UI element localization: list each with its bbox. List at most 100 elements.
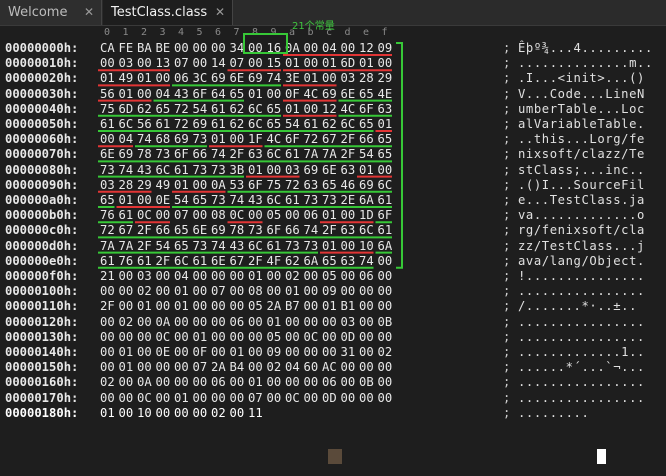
hex-byte[interactable]: 0B: [378, 315, 397, 330]
ascii-text[interactable]: ava/lang/Object.: [518, 254, 645, 269]
hex-byte[interactable]: 69: [119, 147, 138, 162]
ascii-text[interactable]: /.......*·..±..: [518, 299, 637, 314]
hex-byte[interactable]: 2F: [156, 254, 175, 269]
hex-byte[interactable]: 15: [267, 56, 286, 71]
hex-byte[interactable]: 72: [285, 178, 304, 193]
hex-byte[interactable]: 00: [193, 56, 212, 71]
hex-byte[interactable]: 73: [211, 193, 230, 208]
hex-byte[interactable]: 6A: [304, 254, 323, 269]
hex-byte[interactable]: 2A: [267, 299, 286, 314]
hex-byte[interactable]: 75: [100, 102, 119, 117]
hex-byte[interactable]: 62: [285, 254, 304, 269]
hex-byte[interactable]: 00: [248, 56, 267, 71]
hex-byte[interactable]: 6C: [248, 239, 267, 254]
ascii-text[interactable]: .()I...SourceFil: [518, 178, 645, 193]
hex-byte[interactable]: 78: [137, 147, 156, 162]
hex-byte[interactable]: 00: [193, 208, 212, 223]
hex-row[interactable]: 00000020h: 01 49 01 00 06 3C 69 6E 69 74 3E 01 00 03 28…: [0, 71, 666, 86]
hex-byte[interactable]: 2F: [322, 223, 341, 238]
hex-byte[interactable]: 00: [193, 391, 212, 406]
hex-byte[interactable]: 01: [174, 284, 193, 299]
hex-byte[interactable]: 61: [285, 193, 304, 208]
hex-byte[interactable]: 4F: [267, 254, 286, 269]
hex-byte[interactable]: 00: [119, 330, 138, 345]
hex-row[interactable]: 00000100h: 00 00 02 00 01 00 07 00 08 00 01 00 09 00 00…: [0, 284, 666, 299]
hex-bytes[interactable]: 01 00 10 00 00 00 02 00 11: [100, 406, 267, 421]
hex-byte[interactable]: 01: [322, 239, 341, 254]
hex-byte[interactable]: 4C: [267, 132, 286, 147]
hex-byte[interactable]: 00: [248, 360, 267, 375]
hex-byte[interactable]: 12: [359, 41, 378, 56]
hex-byte[interactable]: 61: [100, 117, 119, 132]
hex-byte[interactable]: 08: [211, 208, 230, 223]
hex-byte[interactable]: 00: [304, 56, 323, 71]
hex-byte[interactable]: 01: [119, 360, 138, 375]
hex-byte[interactable]: 00: [359, 315, 378, 330]
hex-byte[interactable]: 07: [211, 284, 230, 299]
hex-byte[interactable]: 53: [230, 178, 249, 193]
ascii-text[interactable]: stClass;...inc..: [518, 163, 645, 178]
hex-byte[interactable]: 2F: [137, 239, 156, 254]
hex-byte[interactable]: 09: [267, 345, 286, 360]
hex-byte[interactable]: 00: [378, 284, 397, 299]
hex-byte[interactable]: 6C: [174, 254, 193, 269]
hex-byte[interactable]: 66: [285, 223, 304, 238]
hex-byte[interactable]: 00: [359, 360, 378, 375]
hex-byte[interactable]: 00: [230, 391, 249, 406]
hex-byte[interactable]: 00: [304, 345, 323, 360]
hex-byte[interactable]: 6F: [248, 178, 267, 193]
hex-byte[interactable]: 6F: [174, 147, 193, 162]
hex-byte[interactable]: AC: [322, 360, 341, 375]
hex-byte[interactable]: B7: [285, 299, 304, 314]
hex-byte[interactable]: 6E: [100, 147, 119, 162]
hex-byte[interactable]: 61: [378, 223, 397, 238]
hex-bytes[interactable]: 03 28 29 49 01 00 0A 53 6F 75 72 63 65 46 69 6C: [100, 178, 396, 193]
hex-byte[interactable]: 01: [267, 315, 286, 330]
hex-byte[interactable]: 03: [341, 315, 360, 330]
hex-byte[interactable]: 00: [248, 345, 267, 360]
hex-byte[interactable]: 00: [100, 345, 119, 360]
hex-byte[interactable]: 00: [174, 330, 193, 345]
hex-byte[interactable]: 72: [100, 223, 119, 238]
hex-byte[interactable]: 04: [119, 132, 138, 147]
hex-byte[interactable]: 01: [248, 163, 267, 178]
hex-byte[interactable]: 01: [174, 391, 193, 406]
hex-byte[interactable]: 6A: [359, 193, 378, 208]
ascii-text[interactable]: !...............: [518, 269, 645, 284]
hex-byte[interactable]: 00: [378, 163, 397, 178]
close-icon[interactable]: ✕: [84, 0, 94, 25]
hex-byte[interactable]: 00: [285, 345, 304, 360]
hex-byte[interactable]: 00: [156, 406, 175, 421]
hex-byte[interactable]: 69: [322, 87, 341, 102]
ascii-text[interactable]: ................: [518, 391, 645, 406]
hex-byte[interactable]: 65: [267, 102, 286, 117]
hex-byte[interactable]: 06: [211, 375, 230, 390]
hex-byte[interactable]: 6F: [378, 208, 397, 223]
hex-byte[interactable]: 01: [322, 56, 341, 71]
hex-byte[interactable]: 00: [341, 208, 360, 223]
hex-byte[interactable]: 04: [174, 269, 193, 284]
hex-byte[interactable]: 00: [211, 330, 230, 345]
hex-byte[interactable]: 00: [193, 299, 212, 314]
hex-byte[interactable]: 0C: [156, 330, 175, 345]
hex-byte[interactable]: 00: [100, 56, 119, 71]
hex-byte[interactable]: 65: [174, 223, 193, 238]
ascii-text[interactable]: V...Code...LineN: [518, 87, 645, 102]
hex-byte[interactable]: 69: [248, 71, 267, 86]
hex-byte[interactable]: 01: [322, 208, 341, 223]
hex-byte[interactable]: 00: [100, 315, 119, 330]
hex-byte[interactable]: 2E: [341, 193, 360, 208]
hex-byte[interactable]: 00: [248, 315, 267, 330]
hex-byte[interactable]: 69: [304, 163, 323, 178]
hex-byte[interactable]: 75: [267, 178, 286, 193]
hex-byte[interactable]: 02: [100, 375, 119, 390]
hex-byte[interactable]: 01: [304, 71, 323, 86]
ascii-text[interactable]: zz/TestClass...j: [518, 239, 645, 254]
hex-byte[interactable]: 6F: [267, 223, 286, 238]
hex-byte[interactable]: 01: [248, 375, 267, 390]
hex-byte[interactable]: 07: [193, 360, 212, 375]
hex-byte[interactable]: 0A: [137, 375, 156, 390]
hex-byte[interactable]: 03: [119, 56, 138, 71]
hex-byte[interactable]: 0F: [285, 87, 304, 102]
hex-byte[interactable]: 00: [378, 375, 397, 390]
